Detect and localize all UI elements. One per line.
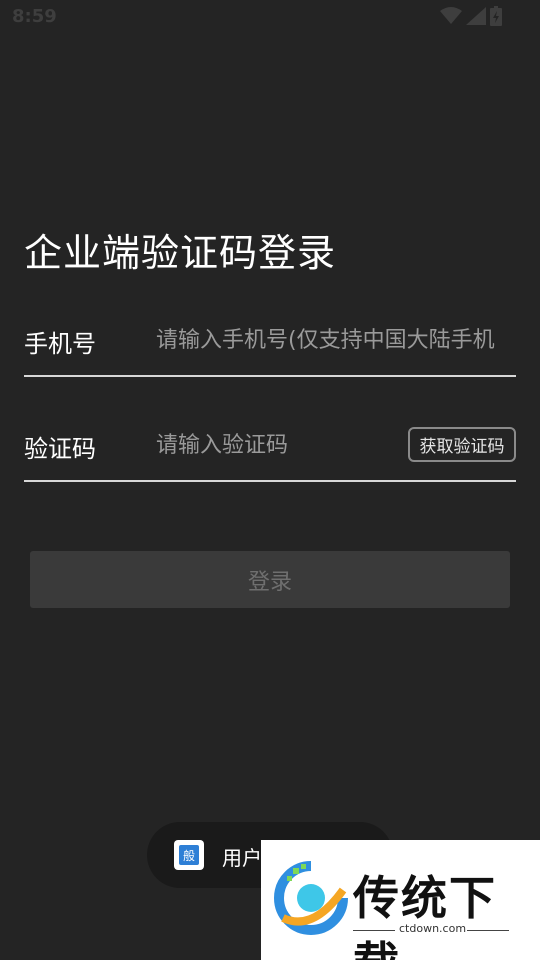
phone-field-row: 手机号 <box>24 292 516 396</box>
watermark-title: 传统下载 <box>353 871 497 960</box>
battery-icon <box>490 6 502 30</box>
toast-text: 用户 <box>222 846 262 870</box>
code-underline <box>24 480 516 482</box>
watermark-logo-icon <box>273 860 349 936</box>
signal-icon <box>466 7 486 29</box>
get-code-button[interactable]: 获取验证码 <box>408 427 516 462</box>
watermark-line-left <box>353 930 395 931</box>
phone-label: 手机号 <box>24 330 96 358</box>
page-title: 企业端验证码登录 <box>24 231 337 275</box>
app-icon-glyph: 般 <box>179 845 199 865</box>
watermark: 传统下载 ctdown.com <box>261 840 540 960</box>
code-label: 验证码 <box>24 435 96 463</box>
login-button[interactable]: 登录 <box>30 551 510 608</box>
wifi-icon <box>440 7 462 29</box>
status-time: 8:59 <box>12 6 57 27</box>
status-bar: 8:59 <box>0 0 540 36</box>
app-icon: 般 <box>174 840 204 870</box>
code-field-row: 验证码 获取验证码 <box>24 397 516 501</box>
watermark-line-right <box>467 930 509 931</box>
phone-underline <box>24 375 516 377</box>
watermark-url: ctdown.com <box>399 922 467 935</box>
status-icons <box>440 6 502 30</box>
code-input[interactable] <box>156 425 396 465</box>
phone-input[interactable] <box>156 320 516 360</box>
